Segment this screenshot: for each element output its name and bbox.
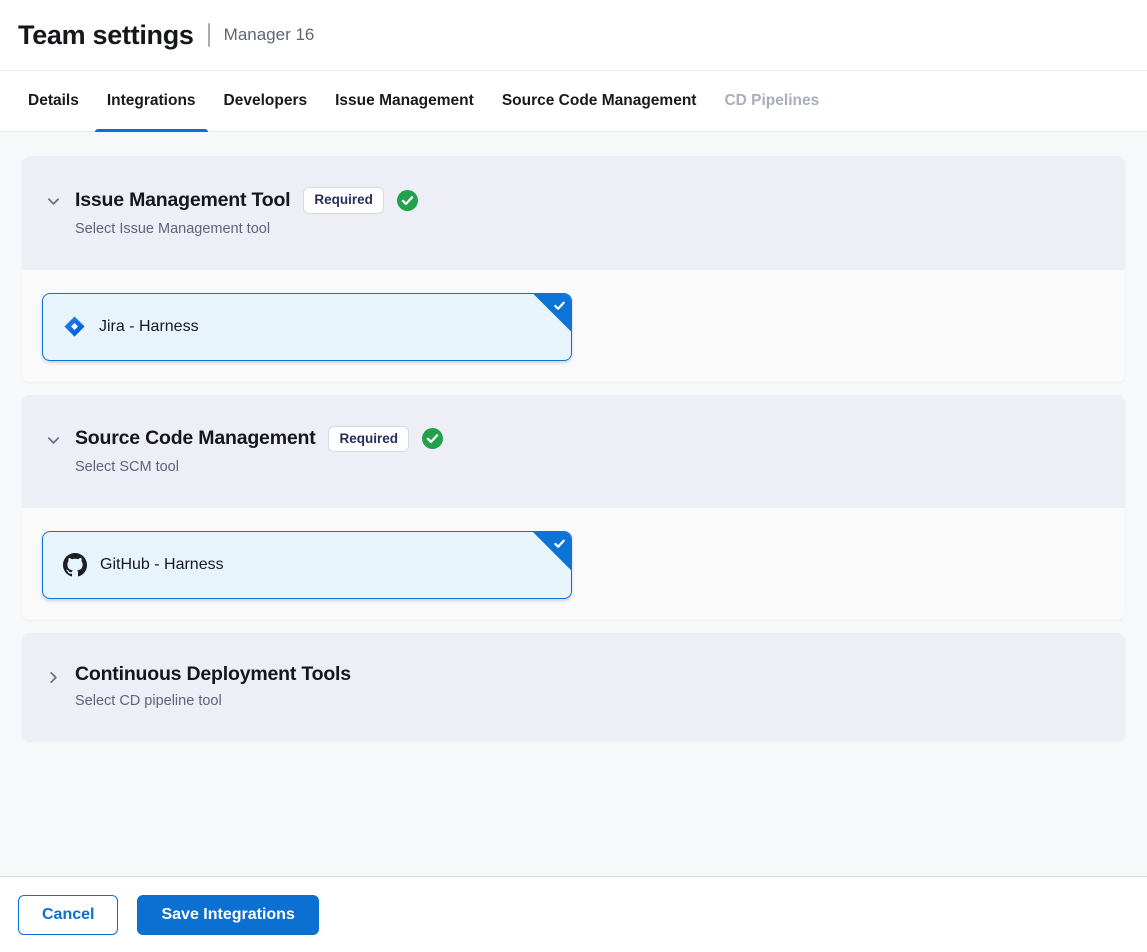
section-subtitle: Select Issue Management tool [75,221,418,237]
completed-check-icon [397,190,418,211]
required-badge: Required [303,187,384,214]
integrations-panel: Issue Management Tool Required Select Is… [0,132,1147,876]
github-icon [63,553,87,577]
section-issue-management-tool: Issue Management Tool Required Select Is… [22,156,1125,382]
page-title: Team settings [18,20,194,51]
section-scm-header[interactable]: Source Code Management Required Select S… [22,395,1125,509]
chevron-down-icon[interactable] [44,187,62,209]
tool-card-label: GitHub - Harness [100,556,224,574]
completed-check-icon [422,428,443,449]
section-title: Continuous Deployment Tools [75,663,351,686]
section-issue-management-header[interactable]: Issue Management Tool Required Select Is… [22,156,1125,270]
section-cd-header[interactable]: Continuous Deployment Tools Select CD pi… [22,633,1125,741]
tab-source-code-management[interactable]: Source Code Management [488,71,711,131]
chevron-right-icon[interactable] [44,663,62,685]
section-scm-body: GitHub - Harness [22,508,1125,620]
tab-integrations[interactable]: Integrations [93,71,210,131]
page-subtitle: Manager 16 [224,25,315,45]
tab-developers[interactable]: Developers [210,71,322,131]
section-title: Source Code Management [75,427,315,450]
tab-bar: Details Integrations Developers Issue Ma… [0,71,1147,132]
tab-details[interactable]: Details [14,71,93,131]
tool-card-label: Jira - Harness [99,318,199,336]
cancel-button[interactable]: Cancel [18,895,118,935]
selected-corner-flag [532,531,572,571]
selected-corner-flag [532,293,572,333]
save-integrations-button[interactable]: Save Integrations [137,895,318,935]
section-source-code-management: Source Code Management Required Select S… [22,395,1125,621]
action-footer: Cancel Save Integrations [0,876,1147,952]
section-subtitle: Select SCM tool [75,459,443,475]
tool-card-github[interactable]: GitHub - Harness [42,531,572,599]
section-continuous-deployment-tools: Continuous Deployment Tools Select CD pi… [22,633,1125,741]
section-subtitle: Select CD pipeline tool [75,693,351,709]
jira-icon [63,315,86,338]
section-issue-management-body: Jira - Harness [22,270,1125,382]
section-title: Issue Management Tool [75,189,290,212]
selected-check-icon [553,537,566,555]
chevron-down-icon[interactable] [44,426,62,448]
selected-check-icon [553,299,566,317]
title-divider [208,23,210,47]
tab-issue-management[interactable]: Issue Management [321,71,488,131]
tab-cd-pipelines: CD Pipelines [710,71,833,131]
tool-card-jira[interactable]: Jira - Harness [42,293,572,361]
required-badge: Required [328,426,409,453]
page-header: Team settings Manager 16 [0,0,1147,71]
